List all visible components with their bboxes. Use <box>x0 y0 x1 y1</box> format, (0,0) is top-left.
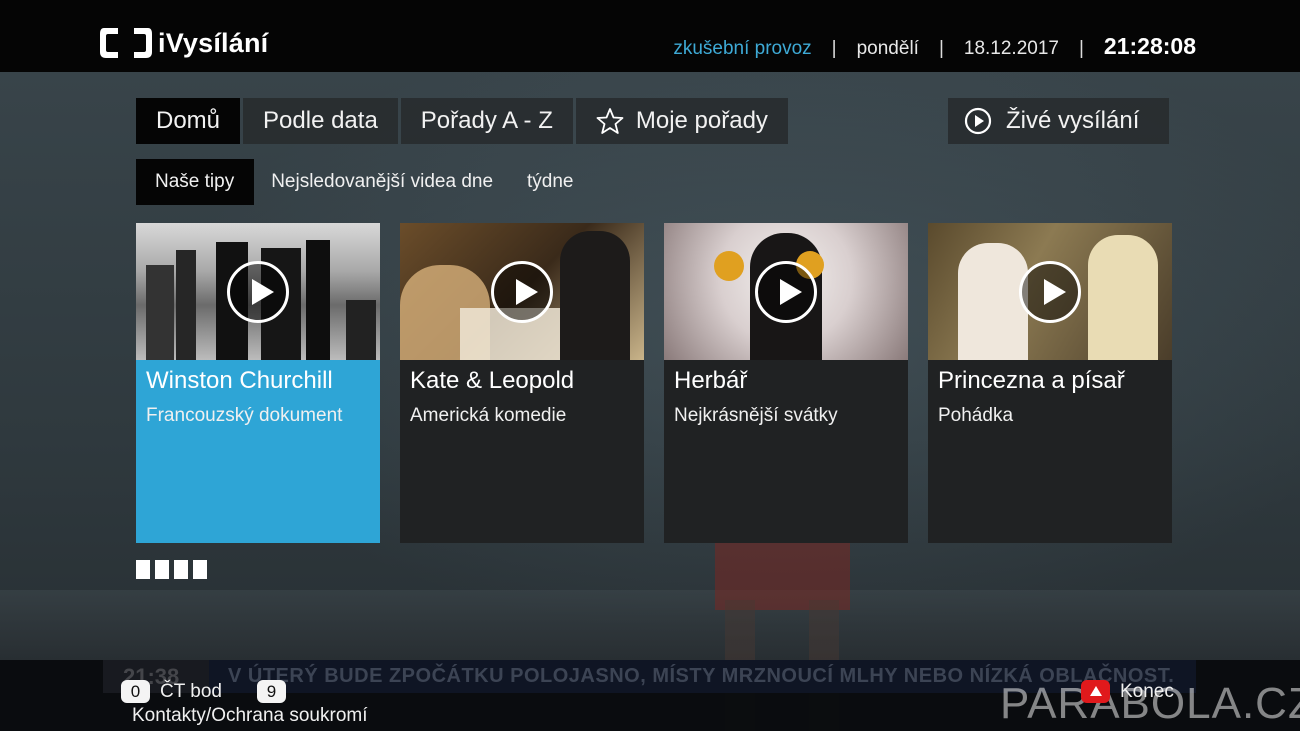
play-icon[interactable] <box>491 261 553 323</box>
play-icon[interactable] <box>1019 261 1081 323</box>
play-icon[interactable] <box>227 261 289 323</box>
subtab-label: týdne <box>527 171 574 192</box>
mode-label: zkušební provoz <box>673 38 812 59</box>
program-title: Herbář <box>674 367 748 394</box>
subtab-most-watched-week[interactable]: týdne <box>510 159 590 205</box>
subtab-our-tips[interactable]: Naše tipy <box>136 159 255 205</box>
play-circle-icon <box>964 107 992 135</box>
key-0-button[interactable]: 0 <box>121 680 150 703</box>
program-thumbnail <box>664 223 908 360</box>
subtab-most-watched-day[interactable]: Nejsledovanější videa dne <box>254 159 510 205</box>
logo-text: iVysílání <box>158 27 269 58</box>
program-card[interactable]: Winston Churchill Francouzský dokument <box>136 223 380 543</box>
program-card[interactable]: Herbář Nejkrásnější svátky <box>664 223 908 543</box>
separator: | <box>938 38 944 59</box>
status-line: zkušební provoz | pondělí | 18.12.2017 |… <box>673 33 1196 60</box>
background-floor <box>0 590 1300 660</box>
tab-my-programs[interactable]: Moje pořady <box>575 98 788 144</box>
pager-dot <box>174 560 188 579</box>
pager-dot <box>193 560 207 579</box>
separator: | <box>831 38 837 59</box>
live-broadcast-label: Živé vysílání <box>1006 107 1140 134</box>
program-thumbnail <box>400 223 644 360</box>
program-title: Winston Churchill <box>146 367 333 394</box>
ct-logo: iVysílání <box>98 24 268 62</box>
program-thumbnail <box>136 223 380 360</box>
sub-tabs: Naše tipy Nejsledovanější videa dne týdn… <box>136 159 591 205</box>
ct-logo-icon <box>98 24 154 62</box>
pager-dot <box>136 560 150 579</box>
red-key-icon <box>1081 680 1110 703</box>
date-label: 18.12.2017 <box>963 38 1059 59</box>
main-tabs: Domů Podle data Pořady A - Z Moje pořady <box>136 98 788 144</box>
star-icon <box>596 107 624 135</box>
play-icon[interactable] <box>755 261 817 323</box>
tab-label: Domů <box>156 107 221 134</box>
program-card[interactable]: Princezna a písař Pohádka <box>928 223 1172 543</box>
tab-by-date[interactable]: Podle data <box>243 98 398 144</box>
program-subtitle: Nejkrásnější svátky <box>674 405 838 426</box>
program-title: Kate & Leopold <box>410 367 575 394</box>
subtab-label: Nejsledovanější videa dne <box>271 171 494 192</box>
program-subtitle: Pohádka <box>938 405 1014 426</box>
exit-label: Konec <box>1120 680 1174 702</box>
tab-label: Podle data <box>263 107 378 134</box>
program-title: Princezna a písař <box>938 367 1125 394</box>
program-card[interactable]: Kate & Leopold Americká komedie <box>400 223 644 543</box>
exit-button[interactable]: Konec <box>1081 680 1174 703</box>
day-label: pondělí <box>856 38 919 59</box>
program-cards: Winston Churchill Francouzský dokument K… <box>136 223 1172 543</box>
separator: | <box>1078 38 1084 59</box>
tab-programs-a-z[interactable]: Pořady A - Z <box>400 98 573 144</box>
program-subtitle: Francouzský dokument <box>146 405 343 426</box>
pager-dot <box>155 560 169 579</box>
live-broadcast-button[interactable]: Živé vysílání <box>948 98 1169 144</box>
footer-keys: 0 ČT bod 9 <box>121 680 296 703</box>
tab-label: Moje pořady <box>635 107 768 134</box>
contacts-privacy-link[interactable]: Kontakty/Ochrana soukromí <box>132 705 368 727</box>
tab-label: Pořady A - Z <box>420 107 553 134</box>
clock: 21:28:08 <box>1103 33 1196 59</box>
tab-home[interactable]: Domů <box>136 98 241 144</box>
key-0-label: ČT bod <box>160 680 222 702</box>
pager <box>136 560 207 579</box>
program-thumbnail <box>928 223 1172 360</box>
key-9-button[interactable]: 9 <box>256 680 286 703</box>
subtab-label: Naše tipy <box>155 171 235 192</box>
program-subtitle: Americká komedie <box>410 405 567 426</box>
top-bar: iVysílání zkušební provoz | pondělí | 18… <box>0 0 1300 72</box>
